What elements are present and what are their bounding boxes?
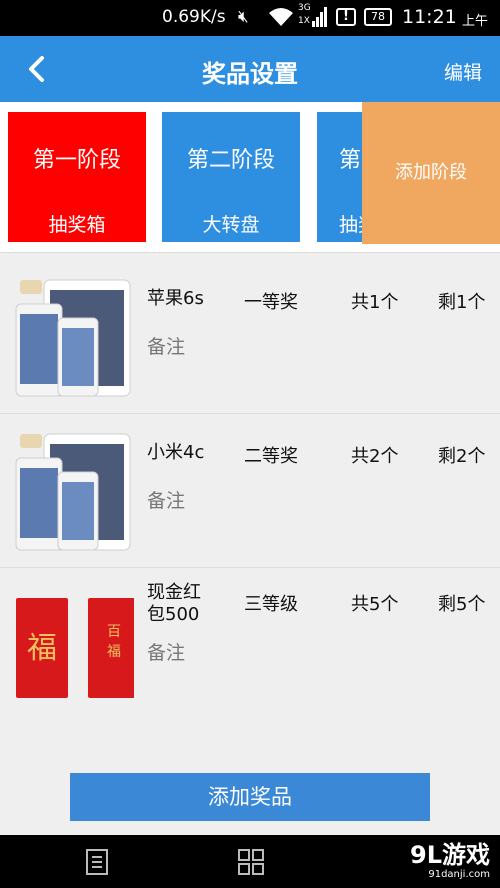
stage-name: 第三阶段 <box>339 148 367 173</box>
prize-row[interactable]: 福 百 福 现金红包500 三等级 共5个 剩5个 备注 <box>0 568 500 720</box>
add-prize-button[interactable]: 添加奖品 <box>70 773 430 821</box>
wifi-icon <box>269 8 293 26</box>
page-title: 奖品设置 <box>202 60 298 88</box>
battery-icon: 78 <box>364 8 392 26</box>
stage-strip: 第一阶段 抽奖箱 第二阶段 大转盘 第三阶段 抽奖箱 添加阶段 <box>0 102 500 252</box>
alert-icon: ! <box>336 8 356 26</box>
watermark-sub: 91danji.com <box>428 869 490 880</box>
list-icon[interactable] <box>86 849 108 875</box>
prize-note: 备注 <box>147 642 186 664</box>
network-speed: 0.69K/s <box>162 7 226 27</box>
prize-name: 小米4c <box>147 442 205 463</box>
prize-level: 三等级 <box>244 594 298 615</box>
prize-total: 共1个 <box>351 292 399 313</box>
clock-ampm: 上午 <box>462 14 489 29</box>
stage-type: 大转盘 <box>202 214 260 236</box>
prize-remaining: 剩5个 <box>438 594 486 615</box>
red-envelope-icon: 福 百 福 <box>16 598 134 698</box>
divider <box>0 252 500 253</box>
phone-image-icon <box>15 279 131 397</box>
prize-remaining: 剩1个 <box>438 292 486 313</box>
prize-name: 苹果6s <box>147 288 204 309</box>
stage-card-1[interactable]: 第一阶段 抽奖箱 <box>8 112 146 242</box>
prize-total: 共2个 <box>351 446 399 467</box>
prize-note: 备注 <box>147 490 186 512</box>
watermark-logo: 9L游戏 91danji.com <box>410 841 490 881</box>
prize-level: 一等奖 <box>244 292 298 313</box>
prize-remaining: 剩2个 <box>438 446 486 467</box>
stage-type: 抽奖箱 <box>339 214 367 236</box>
svg-text:福: 福 <box>107 644 121 660</box>
app-header: 奖品设置 编辑 <box>0 36 500 102</box>
add-stage-button[interactable]: 添加阶段 <box>362 102 500 244</box>
prize-total: 共5个 <box>351 594 399 615</box>
stage-name: 第二阶段 <box>186 148 275 173</box>
phone-image-icon <box>15 433 131 551</box>
edit-button[interactable]: 编辑 <box>444 58 482 85</box>
prize-row[interactable]: 苹果6s 一等奖 共1个 剩1个 备注 <box>0 260 500 412</box>
stage-name: 第一阶段 <box>32 148 121 173</box>
grid-icon[interactable] <box>238 849 264 875</box>
prize-level: 二等奖 <box>244 446 298 467</box>
stage-card-2[interactable]: 第二阶段 大转盘 <box>162 112 300 242</box>
prize-note: 备注 <box>147 336 186 358</box>
cell-signal-icon: 3G 1X <box>298 3 330 31</box>
svg-text:福: 福 <box>27 631 57 666</box>
status-bar: 0.69K/s 🔇︎ 3G 1X ! 78 11:21 上午 <box>0 0 500 36</box>
mute-icon: 🔇︎ <box>238 7 249 27</box>
stage-type: 抽奖箱 <box>48 214 106 236</box>
watermark-main: 9L游戏 <box>410 841 490 869</box>
bottom-nav: 9L游戏 91danji.com <box>0 835 500 888</box>
stage-card-3[interactable]: 第三阶段 抽奖箱 <box>317 112 367 242</box>
svg-text:百: 百 <box>107 624 121 640</box>
prize-name: 现金红包500 <box>147 582 201 625</box>
clock-time: 11:21 <box>402 6 457 28</box>
prize-row[interactable]: 小米4c 二等奖 共2个 剩2个 备注 <box>0 414 500 566</box>
